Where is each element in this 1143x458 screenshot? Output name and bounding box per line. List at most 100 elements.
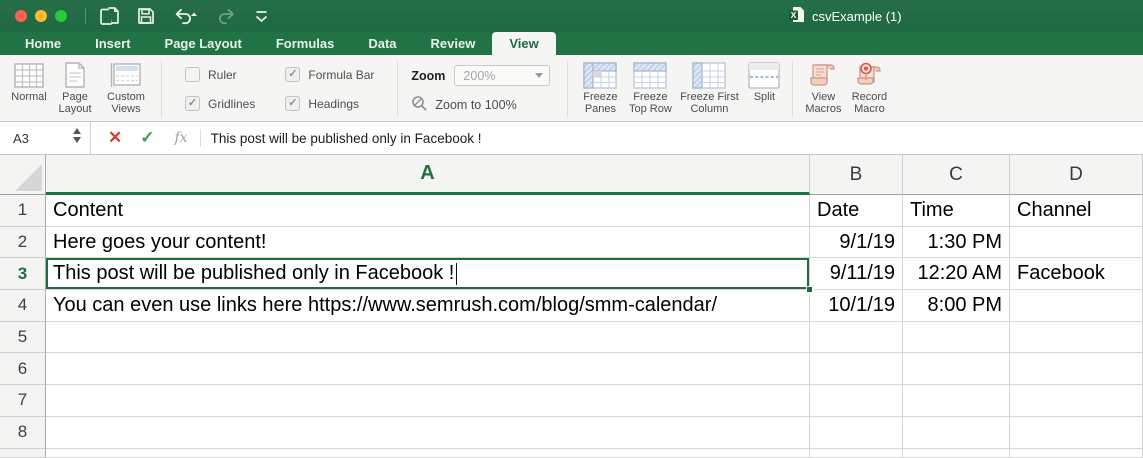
zoom-group: Zoom 200% Zoom to 100% [405, 58, 560, 120]
split-icon [748, 61, 781, 89]
cell-C4[interactable]: 8:00 PM [903, 290, 1010, 322]
cell-B4[interactable]: 10/1/19 [810, 290, 903, 322]
cell-D9-partial[interactable] [1010, 448, 1143, 458]
freeze-panes-label: Freeze Panes [583, 91, 618, 115]
confirm-entry-icon[interactable]: ✓ [140, 128, 154, 148]
formula-input[interactable]: This post will be published only in Face… [211, 131, 482, 146]
ruler-label: Ruler [208, 67, 237, 82]
cell-A8[interactable] [46, 416, 810, 449]
row-header-1[interactable]: 1 [0, 195, 46, 227]
tab-home[interactable]: Home [8, 32, 78, 55]
cell-D4[interactable] [1010, 290, 1143, 322]
zoom-to-100-button[interactable]: Zoom to 100% [411, 95, 550, 115]
column-header-A[interactable]: A [46, 155, 810, 195]
cell-D8[interactable] [1010, 416, 1143, 449]
checkbox-checked-icon: ✓ [285, 67, 301, 82]
window-title-text: csvExample (1) [812, 8, 902, 24]
cell-B5[interactable] [810, 321, 903, 354]
customize-toolbar-icon[interactable] [254, 9, 269, 24]
insert-function-icon[interactable]: fx [175, 130, 188, 146]
cell-A9-partial[interactable] [46, 448, 810, 458]
show-group: Ruler ✓ Gridlines ✓ Formula Bar ✓ Headin… [169, 67, 390, 111]
tab-formulas[interactable]: Formulas [259, 32, 352, 55]
custom-views-button[interactable]: Custom Views [98, 58, 154, 115]
select-all-corner[interactable] [0, 155, 46, 195]
cancel-entry-icon[interactable]: ✕ [108, 128, 122, 148]
checkbox-icon [185, 67, 200, 82]
freeze-panes-button[interactable]: Freeze Panes [575, 58, 625, 115]
headings-checkbox[interactable]: ✓ Headings [285, 96, 374, 111]
zoom-level-dropdown[interactable]: 200% [454, 65, 551, 86]
row-header-6[interactable]: 6 [0, 353, 46, 386]
cell-C8[interactable] [903, 416, 1010, 449]
ruler-checkbox[interactable]: Ruler [185, 67, 255, 82]
close-button[interactable] [15, 10, 27, 22]
cell-B6[interactable] [810, 353, 903, 386]
cell-A4[interactable]: You can even use links here https://www.… [46, 290, 810, 322]
tab-review[interactable]: Review [414, 32, 493, 55]
cell-C5[interactable] [903, 321, 1010, 354]
cell-D3[interactable]: Facebook [1010, 258, 1143, 291]
undo-icon[interactable] [172, 7, 200, 25]
page-layout-view-button[interactable]: Page Layout [52, 58, 98, 115]
cell-D5[interactable] [1010, 321, 1143, 354]
cell-B1[interactable]: Date [810, 195, 903, 227]
cell-C1[interactable]: Time [903, 195, 1010, 227]
freeze-top-row-button[interactable]: Freeze Top Row [625, 58, 675, 115]
cell-A3-selected[interactable]: This post will be published only in Face… [46, 258, 813, 294]
name-box-value: A3 [13, 130, 29, 146]
magnifier-icon [411, 95, 428, 115]
fullscreen-button[interactable] [55, 10, 67, 22]
cell-C7[interactable] [903, 385, 1010, 417]
cell-C9-partial[interactable] [903, 448, 1010, 458]
cell-A6[interactable] [46, 353, 810, 386]
row-header-8[interactable]: 8 [0, 416, 46, 449]
split-button[interactable]: Split [743, 58, 785, 103]
cell-A5[interactable] [46, 321, 810, 354]
cell-D7[interactable] [1010, 385, 1143, 417]
row-header-4[interactable]: 4 [0, 290, 46, 322]
cell-A7[interactable] [46, 385, 810, 417]
cell-A2[interactable]: Here goes your content! [46, 226, 810, 259]
page-layout-view-icon [62, 61, 88, 89]
name-box[interactable]: A3 [0, 122, 91, 154]
cell-D2[interactable] [1010, 226, 1143, 259]
view-macros-button[interactable]: View Macros [800, 58, 846, 115]
cell-B8[interactable] [810, 416, 903, 449]
name-box-stepper[interactable] [73, 128, 81, 143]
column-header-C[interactable]: C [903, 155, 1010, 195]
tab-view[interactable]: View [492, 32, 556, 55]
row-header-7[interactable]: 7 [0, 385, 46, 417]
minimize-button[interactable] [35, 10, 47, 22]
cell-C2[interactable]: 1:30 PM [903, 226, 1010, 259]
cell-C6[interactable] [903, 353, 1010, 386]
freeze-first-column-button[interactable]: Freeze First Column [675, 58, 743, 115]
cell-D1[interactable]: Channel [1010, 195, 1143, 227]
fill-handle[interactable] [806, 286, 813, 294]
record-macro-button[interactable]: Record Macro [846, 58, 892, 115]
gridlines-checkbox[interactable]: ✓ Gridlines [185, 96, 255, 111]
window-group: Freeze Panes Freeze Top Row Freeze First… [575, 58, 785, 120]
normal-view-button[interactable]: Normal [6, 58, 52, 103]
row-header-3[interactable]: 3 [0, 258, 46, 291]
column-header-B[interactable]: B [810, 155, 903, 195]
cell-B7[interactable] [810, 385, 903, 417]
custom-views-label: Custom Views [107, 91, 145, 115]
tab-data[interactable]: Data [351, 32, 413, 55]
tab-insert[interactable]: Insert [78, 32, 147, 55]
tab-page-layout[interactable]: Page Layout [148, 32, 259, 55]
cell-B3[interactable]: 9/11/19 [810, 258, 903, 291]
cell-B9-partial[interactable] [810, 448, 903, 458]
column-header-D[interactable]: D [1010, 155, 1143, 195]
row-header-2[interactable]: 2 [0, 226, 46, 259]
row-header-5[interactable]: 5 [0, 321, 46, 354]
macros-group: View Macros Record Macro [800, 58, 892, 120]
cell-D6[interactable] [1010, 353, 1143, 386]
cell-C3[interactable]: 12:20 AM [903, 258, 1010, 291]
row-header-9-partial[interactable] [0, 448, 46, 458]
save-icon[interactable] [137, 7, 155, 25]
cell-B2[interactable]: 9/1/19 [810, 226, 903, 259]
formula-bar-checkbox[interactable]: ✓ Formula Bar [285, 67, 374, 82]
new-workbook-icon[interactable] [100, 6, 120, 26]
cell-A1[interactable]: Content [46, 195, 810, 227]
